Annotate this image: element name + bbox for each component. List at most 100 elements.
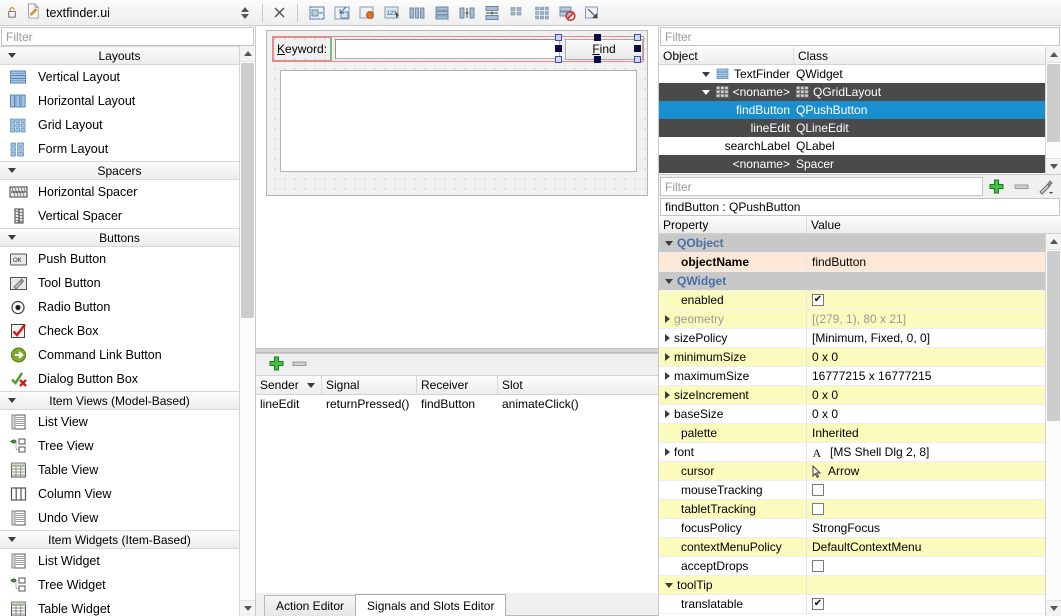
scroll-up-icon[interactable]: [1046, 47, 1061, 63]
form-tab-textfinder[interactable]: textfinder.ui: [24, 1, 116, 25]
property-value-cell[interactable]: [807, 481, 1045, 499]
widget-box-item-dialog-button-box[interactable]: Dialog Button Box: [0, 367, 239, 391]
tab-list-icon[interactable]: [234, 2, 256, 24]
selection-handle-top-center[interactable]: [594, 34, 601, 41]
property-value-cell[interactable]: ✔: [807, 595, 1045, 613]
widget-box-item-grid-layout[interactable]: Grid Layout: [0, 113, 239, 137]
chevron-down-icon[interactable]: [665, 583, 673, 588]
lay-out-horizontally-splitter-icon[interactable]: [456, 2, 478, 24]
form-widget-textfinder[interactable]: Keyword: Find: [266, 30, 648, 196]
column-header-object[interactable]: Object: [659, 47, 794, 64]
widget-box-item-list-view[interactable]: List View: [0, 410, 239, 434]
property-value-cell[interactable]: ✔: [807, 291, 1045, 309]
lay-out-horizontally-icon[interactable]: [406, 2, 428, 24]
widget-box-item-radio-button[interactable]: Radio Button: [0, 295, 239, 319]
column-header-class[interactable]: Class: [794, 47, 1045, 64]
property-row-qwidget[interactable]: QWidget: [659, 272, 1045, 291]
property-value-checkbox[interactable]: ✔: [812, 598, 824, 610]
property-value-checkbox[interactable]: [812, 484, 824, 496]
widget-box-section-layouts[interactable]: Layouts: [0, 46, 239, 65]
property-editor-scrollbar[interactable]: [1045, 234, 1061, 616]
property-value-cell[interactable]: A[MS Shell Dlg 2, 8]: [807, 443, 1045, 461]
line-edit-keyword[interactable]: [335, 39, 560, 59]
selection-handle-top-right[interactable]: [634, 34, 641, 41]
lay-out-grid-icon[interactable]: [531, 2, 553, 24]
column-header-value[interactable]: Value: [807, 216, 1061, 233]
edit-buddies-icon[interactable]: [306, 2, 328, 24]
adjust-size-icon[interactable]: [581, 2, 603, 24]
widget-box-item-undo-view[interactable]: Undo View: [0, 506, 239, 530]
column-header-sender[interactable]: Sender: [256, 376, 322, 394]
object-inspector-row-noname[interactable]: <noname>QGridLayout: [659, 83, 1045, 101]
widget-box-section-spacers[interactable]: Spacers: [0, 161, 239, 180]
property-value-cell[interactable]: 16777215 x 16777215: [807, 367, 1045, 385]
chevron-right-icon[interactable]: [665, 448, 670, 456]
add-icon[interactable]: [983, 178, 1009, 195]
object-inspector-row-noname[interactable]: <noname>Spacer: [659, 155, 1045, 173]
scroll-down-icon[interactable]: [1046, 158, 1061, 174]
property-value-cell[interactable]: Arrow: [807, 462, 1045, 480]
remove-icon[interactable]: [1009, 178, 1033, 195]
signal-slot-slot[interactable]: animateClick(): [498, 395, 658, 413]
widget-box-item-vertical-layout[interactable]: Vertical Layout: [0, 65, 239, 89]
chevron-right-icon[interactable]: [665, 334, 670, 342]
widget-box-item-horizontal-layout[interactable]: Horizontal Layout: [0, 89, 239, 113]
widget-box-item-horizontal-spacer[interactable]: Horizontal Spacer: [0, 180, 239, 204]
widget-box-item-vertical-spacer[interactable]: Vertical Spacer: [0, 204, 239, 228]
scroll-down-icon[interactable]: [1046, 600, 1061, 616]
property-row-qobject[interactable]: QObject: [659, 234, 1045, 253]
widget-box-item-tool-button[interactable]: Tool Button: [0, 271, 239, 295]
widget-box-item-tree-widget[interactable]: Tree Widget: [0, 573, 239, 597]
form-canvas[interactable]: Keyword: Find: [256, 26, 658, 348]
property-value-cell[interactable]: DefaultContextMenu: [807, 538, 1045, 556]
find-button[interactable]: Find: [565, 39, 643, 60]
property-value-checkbox[interactable]: ✔: [812, 294, 824, 306]
property-editor-filter-input[interactable]: Filter: [660, 177, 983, 196]
object-inspector-row-textfinder[interactable]: TextFinderQWidget: [659, 65, 1045, 83]
edit-signals-slots-icon[interactable]: [356, 2, 378, 24]
lay-out-vertically-splitter-icon[interactable]: [481, 2, 503, 24]
tab-signals-and-slots-editor[interactable]: Signals and Slots Editor: [355, 594, 506, 616]
column-header-receiver[interactable]: Receiver: [417, 376, 498, 394]
widget-box-section-buttons[interactable]: Buttons: [0, 228, 239, 247]
property-value-cell[interactable]: [807, 557, 1045, 575]
close-icon[interactable]: [269, 2, 291, 24]
property-value-cell[interactable]: 0 x 0: [807, 405, 1045, 423]
break-layout-icon[interactable]: [556, 2, 578, 24]
property-row-contextmenupolicy[interactable]: contextMenuPolicyDefaultContextMenu: [659, 538, 1045, 557]
chevron-right-icon[interactable]: [665, 372, 670, 380]
widget-box-item-tree-view[interactable]: Tree View: [0, 434, 239, 458]
column-header-signal[interactable]: Signal: [322, 376, 417, 394]
widget-box-filter-input[interactable]: Filter: [1, 27, 254, 46]
property-row-geometry[interactable]: geometry[(279, 1), 80 x 21]: [659, 310, 1045, 329]
search-label[interactable]: Keyword:: [273, 37, 332, 61]
property-row-palette[interactable]: paletteInherited: [659, 424, 1045, 443]
scroll-down-icon[interactable]: [240, 600, 255, 616]
lay-out-vertically-icon[interactable]: [431, 2, 453, 24]
edit-resources-icon[interactable]: 123: [381, 2, 403, 24]
object-inspector-row-lineedit[interactable]: lineEditQLineEdit: [659, 119, 1045, 137]
remove-icon[interactable]: [291, 355, 308, 375]
chevron-right-icon[interactable]: [665, 410, 670, 418]
property-value-cell[interactable]: [807, 500, 1045, 518]
widget-box-item-push-button[interactable]: OKPush Button: [0, 247, 239, 271]
widget-box-scrollbar[interactable]: [239, 46, 255, 616]
property-row-tooltip[interactable]: toolTip: [659, 576, 1045, 595]
property-row-maximumsize[interactable]: maximumSize16777215 x 16777215: [659, 367, 1045, 386]
property-value-cell[interactable]: StrongFocus: [807, 519, 1045, 537]
column-header-slot[interactable]: Slot: [498, 376, 658, 394]
object-inspector-filter-input[interactable]: Filter: [660, 27, 1060, 46]
widget-box-section-item-widgets-item-based[interactable]: Item Widgets (Item-Based): [0, 530, 239, 549]
property-row-sizeincrement[interactable]: sizeIncrement0 x 0: [659, 386, 1045, 405]
widget-box-item-check-box[interactable]: Check Box: [0, 319, 239, 343]
widget-box-item-table-view[interactable]: Table View: [0, 458, 239, 482]
property-row-sizepolicy[interactable]: sizePolicy[Minimum, Fixed, 0, 0]: [659, 329, 1045, 348]
property-row-minimumsize[interactable]: minimumSize0 x 0: [659, 348, 1045, 367]
property-row-objectname[interactable]: objectNamefindButton: [659, 253, 1045, 272]
selection-handle-middle-left[interactable]: [555, 45, 562, 52]
property-value-cell[interactable]: findButton: [807, 253, 1045, 271]
selection-handle-top-left[interactable]: [555, 34, 562, 41]
chevron-right-icon[interactable]: [665, 353, 670, 361]
property-value-cell[interactable]: [807, 576, 1045, 594]
edit-tab-order-icon[interactable]: [331, 2, 353, 24]
